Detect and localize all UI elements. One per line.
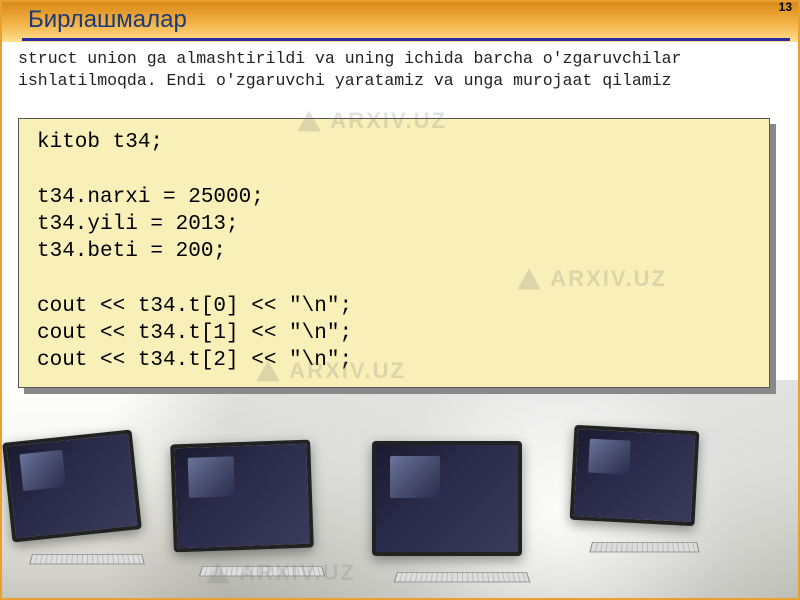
monitor-image (372, 441, 522, 556)
slide-title: Бирлашмалар (28, 6, 187, 34)
keyboard-image (589, 542, 699, 552)
description-text: struct union ga almashtirildi va uning i… (18, 48, 782, 93)
page-number: 13 (779, 0, 792, 14)
background-image (2, 380, 798, 598)
keyboard-image (394, 572, 531, 582)
code-block: kitob t34; t34.narxi = 25000; t34.yili =… (18, 118, 770, 388)
monitor-image (170, 440, 314, 553)
code-content: kitob t34; t34.narxi = 25000; t34.yili =… (18, 118, 770, 388)
monitor-image (570, 425, 700, 526)
keyboard-image (199, 566, 325, 576)
monitor-image (2, 429, 142, 542)
keyboard-image (29, 554, 145, 564)
header-rule (22, 38, 790, 41)
